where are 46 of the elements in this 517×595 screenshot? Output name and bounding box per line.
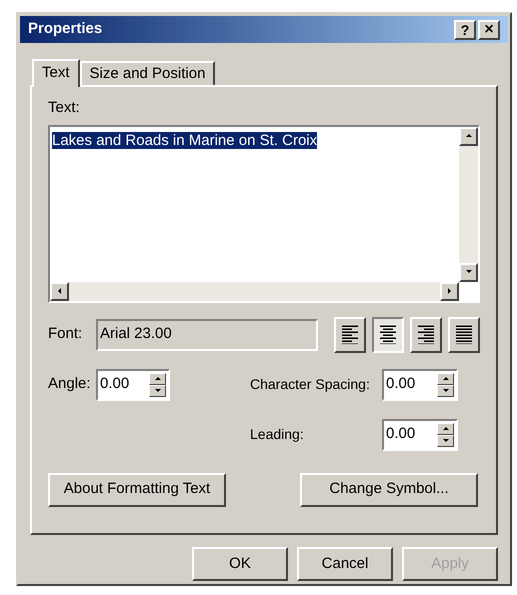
tab[interactable]: Size and Position bbox=[80, 61, 216, 85]
align-button[interactable] bbox=[372, 316, 404, 352]
text-value: Lakes and Roads in Marine on St. Croix bbox=[52, 132, 318, 148]
spin-down-button[interactable] bbox=[149, 384, 166, 396]
spin-up-button[interactable] bbox=[437, 372, 454, 384]
up-arrow-icon bbox=[442, 424, 450, 432]
spin-up-button[interactable] bbox=[149, 372, 166, 384]
dialog-button[interactable]: Cancel bbox=[297, 547, 393, 581]
horizontal-scrollbar[interactable] bbox=[50, 282, 459, 300]
spin-up-button[interactable] bbox=[437, 422, 454, 434]
text-area[interactable]: Lakes and Roads in Marine on St. Croix bbox=[48, 124, 480, 302]
font-value: Arial 23.00 bbox=[100, 324, 172, 344]
down-arrow-icon bbox=[442, 436, 450, 444]
spin-down-button[interactable] bbox=[437, 384, 454, 396]
up-arrow-icon bbox=[464, 132, 472, 140]
down-arrow-icon bbox=[154, 386, 162, 394]
field-value: 0.00 bbox=[385, 424, 416, 444]
down-arrow-icon bbox=[464, 268, 472, 276]
help-button[interactable]: ? bbox=[454, 20, 476, 40]
angle-label: Angle: bbox=[48, 374, 92, 394]
panel-button[interactable]: Change Symbol... bbox=[300, 472, 478, 506]
leading-label: Leading: bbox=[250, 425, 305, 444]
dialog-button[interactable]: OK bbox=[192, 547, 288, 581]
left-arrow-icon bbox=[56, 287, 64, 295]
number-field[interactable]: 0.00 bbox=[382, 418, 458, 450]
align-center-icon bbox=[380, 325, 396, 344]
up-arrow-icon bbox=[442, 374, 450, 382]
align-justify-icon bbox=[456, 325, 472, 344]
align-left-icon bbox=[342, 325, 358, 344]
number-field[interactable]: 0.00 bbox=[382, 368, 458, 400]
character-spacing-label: Character Spacing: bbox=[250, 375, 371, 394]
field-value: 0.00 bbox=[99, 374, 130, 394]
number-field[interactable]: 0.00 bbox=[96, 368, 170, 400]
font-label: Font: bbox=[48, 324, 84, 344]
window-title: Properties bbox=[28, 19, 104, 40]
text-label: Text: bbox=[48, 98, 81, 118]
tab[interactable]: Text bbox=[32, 59, 80, 87]
panel-button[interactable]: About Formatting Text bbox=[48, 472, 226, 506]
vertical-scrollbar[interactable] bbox=[459, 126, 478, 282]
close-button[interactable]: × bbox=[478, 20, 500, 40]
right-arrow-icon bbox=[446, 287, 454, 295]
down-arrow-icon bbox=[442, 386, 450, 394]
field-value: 0.00 bbox=[385, 374, 416, 394]
up-arrow-icon bbox=[154, 374, 162, 382]
spin-down-button[interactable] bbox=[437, 434, 454, 446]
align-right-icon bbox=[418, 325, 434, 344]
